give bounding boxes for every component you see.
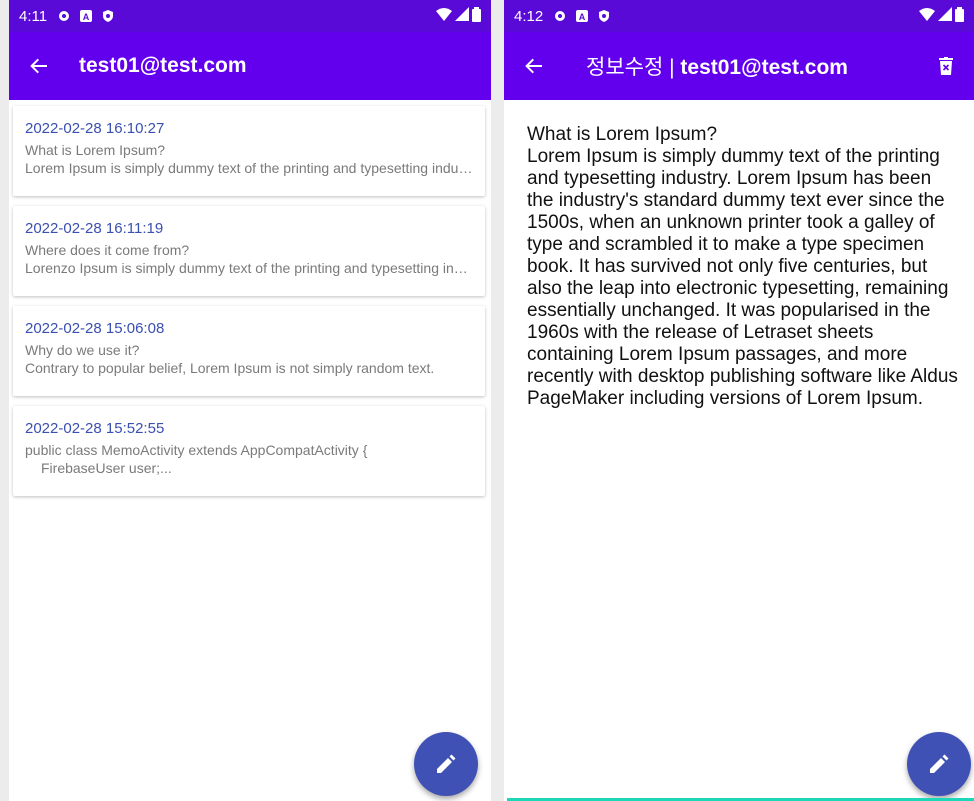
shield-icon (597, 9, 611, 23)
status-time: 4:11 (19, 7, 48, 25)
page-title: 정보수정 | test01@test.com (586, 51, 848, 81)
status-time: 4:12 (514, 7, 544, 25)
shield-icon (101, 9, 115, 23)
pencil-icon (930, 754, 949, 773)
memo-list: 2022-02-28 16:10:27 What is Lorem Ipsum?… (9, 100, 491, 496)
back-button[interactable] (23, 50, 55, 82)
app-bar: 정보수정 | test01@test.com (504, 32, 974, 100)
memo-card[interactable]: 2022-02-28 16:11:19 Where does it come f… (13, 206, 485, 296)
wifi-icon (919, 7, 935, 25)
battery-icon (472, 6, 481, 26)
arrow-back-icon (525, 58, 542, 74)
page-title-prefix: 정보수정 | (586, 56, 681, 79)
memo-card[interactable]: 2022-02-28 16:10:27 What is Lorem Ipsum?… (13, 106, 485, 196)
svg-text:A: A (579, 12, 586, 22)
memo-preview: Lorenzo Ipsum is simply dummy text of th… (25, 260, 473, 276)
edit-fab-button[interactable] (414, 732, 478, 796)
arrow-back-icon (30, 58, 47, 74)
back-button[interactable] (518, 50, 550, 82)
memo-date: 2022-02-28 15:06:08 (25, 320, 165, 337)
page-title: test01@test.com (79, 54, 247, 77)
gear-icon (57, 9, 71, 23)
edit-fab-button[interactable] (907, 732, 971, 796)
memo-content: What is Lorem Ipsum? Lorem Ipsum is simp… (504, 100, 974, 410)
page-title-email: test01@test.com (680, 56, 848, 79)
signal-icon (938, 7, 952, 25)
memo-card[interactable]: 2022-02-28 15:52:55 public class MemoAct… (13, 406, 485, 496)
wifi-icon (436, 7, 452, 25)
memo-body: Lorem Ipsum is simply dummy text of the … (527, 146, 958, 409)
memo-preview: FirebaseUser user;... (41, 460, 172, 476)
status-bar: 4:12 A (504, 0, 974, 32)
svg-text:A: A (83, 12, 90, 22)
pencil-icon (437, 754, 456, 773)
notification-a-icon: A (79, 9, 93, 23)
memo-title: Why do we use it? (25, 342, 140, 358)
status-bar: 4:11 A (9, 0, 491, 32)
memo-card[interactable]: 2022-02-28 15:06:08 Why do we use it? Co… (13, 306, 485, 396)
memo-title: What is Lorem Ipsum? (25, 142, 166, 158)
memo-preview: Lorem Ipsum is simply dummy text of the … (25, 160, 473, 176)
signal-icon (455, 7, 469, 25)
delete-button[interactable] (932, 52, 960, 80)
memo-date: 2022-02-28 15:52:55 (25, 420, 165, 437)
trash-icon (939, 57, 953, 75)
memo-detail-screen: 4:12 A 정보수정 | test01@test.com What is Lo… (504, 0, 974, 801)
battery-icon (955, 6, 964, 26)
memo-preview: Contrary to popular belief, Lorem Ipsum … (25, 360, 435, 376)
app-bar: test01@test.com (9, 32, 491, 100)
memo-heading: What is Lorem Ipsum? (527, 124, 718, 145)
gear-icon (553, 9, 567, 23)
memo-title: Where does it come from? (25, 242, 190, 258)
memo-date: 2022-02-28 16:11:19 (25, 220, 164, 237)
memo-title: public class MemoActivity extends AppCom… (25, 442, 368, 458)
memo-list-screen: 4:11 A test01@test.com 2022-02-28 16:10:… (9, 0, 491, 801)
notification-a-icon: A (575, 9, 589, 23)
memo-date: 2022-02-28 16:10:27 (25, 120, 165, 137)
